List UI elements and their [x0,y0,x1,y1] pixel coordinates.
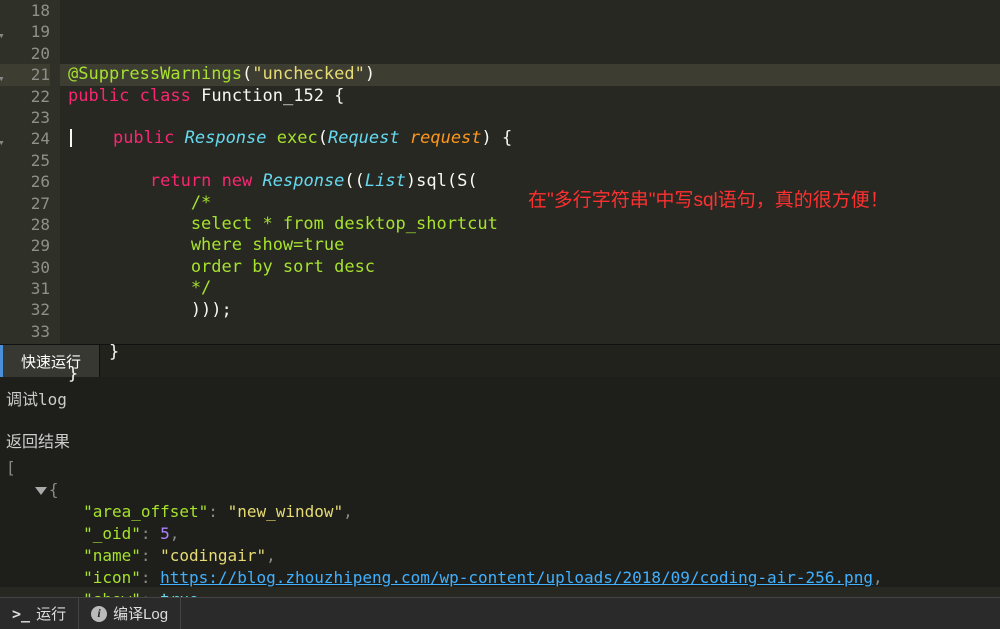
json-object-open: { [6,479,994,501]
code-line[interactable]: */ [68,278,1000,299]
json-row: "area_offset": "new_window", [6,501,994,523]
code-line[interactable] [68,150,1000,171]
run-label: 运行 [36,603,66,624]
line-number: 21▾ [0,64,50,85]
json-row: "icon": https://blog.zhouzhipeng.com/wp-… [6,567,994,589]
code-line[interactable]: public class Function_152 { [68,86,1000,107]
code-line[interactable]: public Response exec(Request request) { [68,128,1000,149]
line-number: 30 [0,257,50,278]
json-open-bracket: [ [6,457,994,479]
result-heading: 返回结果 [6,431,994,453]
code-line[interactable]: return new Response((List)sql(S( [68,171,1000,192]
compile-log-button[interactable]: i 编译Log [79,598,181,629]
code-line[interactable]: @SuppressWarnings("unchecked") [68,64,1000,85]
line-number: 22 [0,86,50,107]
json-row: "name": "codingair", [6,545,994,567]
code-line[interactable]: } [68,342,1000,363]
code-line[interactable]: /* [68,193,1000,214]
line-number: 23 [0,107,50,128]
console-panel[interactable]: 调试log 返回结果 [ { "area_offset": "new_windo… [0,377,1000,587]
code-line[interactable]: ))); [68,300,1000,321]
line-number-gutter: 1819▾2021▾222324▾252627282930313233 [0,0,60,344]
code-line[interactable]: where show=true [68,235,1000,256]
line-number: 20 [0,43,50,64]
info-icon: i [91,606,107,622]
line-number: 32 [0,299,50,320]
line-number: 27 [0,193,50,214]
line-number: 18 [0,0,50,21]
line-number: 26 [0,171,50,192]
compile-log-label: 编译Log [113,603,168,624]
json-row: "_oid": 5, [6,523,994,545]
code-line[interactable]: } [68,364,1000,385]
line-number: 19▾ [0,21,50,42]
code-line[interactable] [68,107,1000,128]
status-bar: 运行 i 编译Log [0,597,1000,629]
line-number: 33 [0,321,50,342]
line-number: 24▾ [0,128,50,149]
line-number: 25 [0,150,50,171]
code-line[interactable] [68,385,1000,406]
terminal-icon [12,605,30,623]
code-area[interactable]: @SuppressWarnings("unchecked")public cla… [60,0,1000,344]
run-button[interactable]: 运行 [0,598,79,629]
line-number: 31 [0,278,50,299]
code-line[interactable]: order by sort desc [68,257,1000,278]
code-line[interactable]: select * from desktop_shortcut [68,214,1000,235]
code-line[interactable] [68,321,1000,342]
line-number: 28 [0,214,50,235]
collapse-icon[interactable] [35,487,47,495]
code-editor[interactable]: 1819▾2021▾222324▾252627282930313233 @Sup… [0,0,1000,344]
line-number: 29 [0,235,50,256]
